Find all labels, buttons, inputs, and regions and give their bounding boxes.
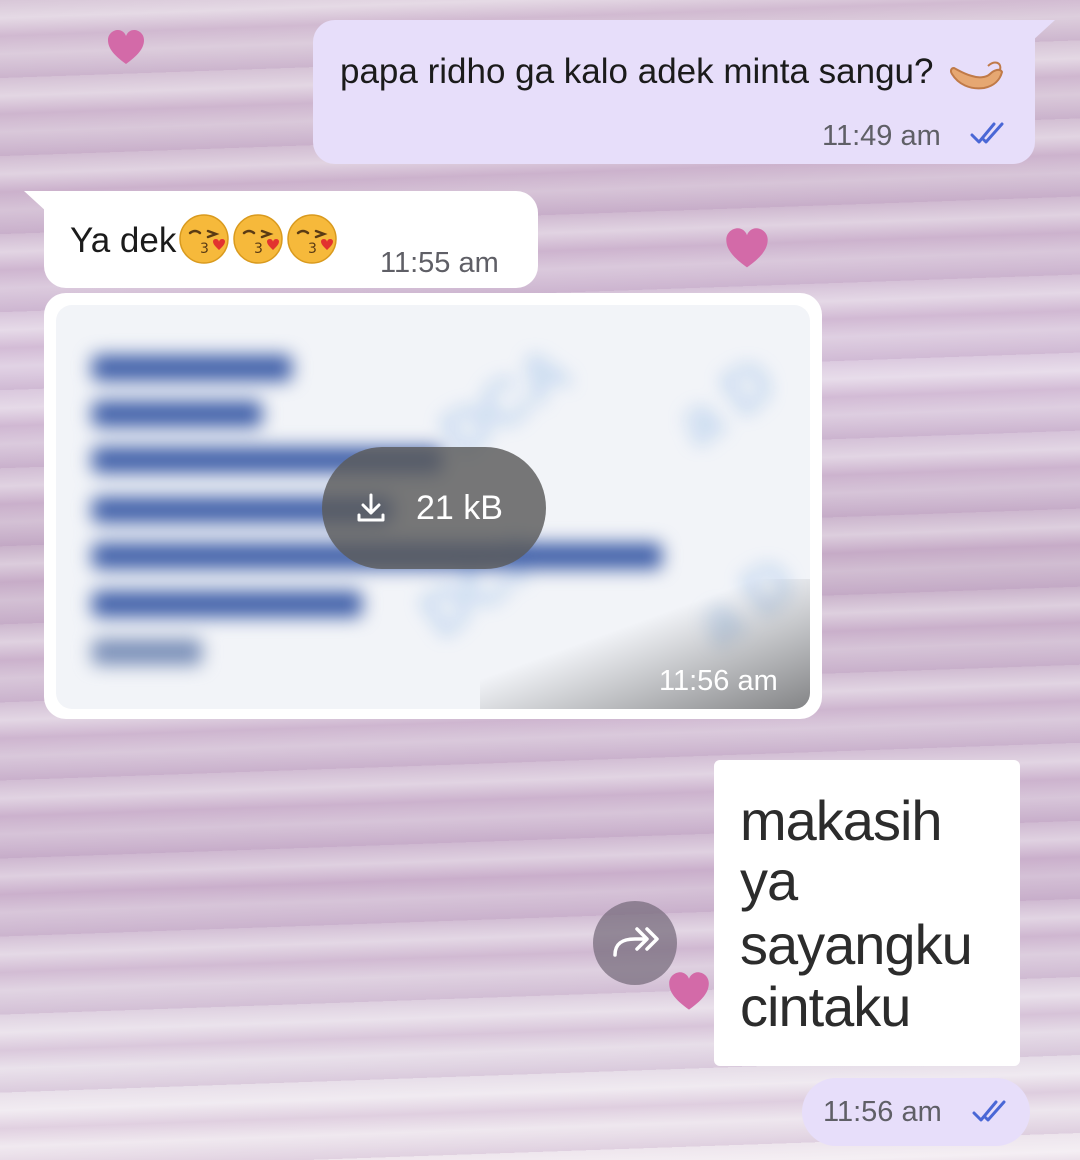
- read-double-tick-icon: [972, 1100, 1006, 1122]
- message-time: 11:49 am: [822, 120, 941, 152]
- message-text: Ya dek: [70, 221, 177, 260]
- message-time: 11:56 am: [823, 1096, 942, 1128]
- incoming-message-bubble[interactable]: Ya dek 3 3 3 11:55 am: [24, 191, 538, 288]
- bubble-tail: [1031, 20, 1055, 42]
- svg-text:3: 3: [308, 241, 317, 257]
- download-size-label: 21 kB: [416, 489, 503, 527]
- palm-up-hand-emoji: [949, 61, 1004, 90]
- heart-icon: [669, 972, 709, 1010]
- kissing-face-emoji: 3: [233, 214, 283, 264]
- message-text: papa ridho ga kalo adek minta sangu?: [340, 52, 934, 91]
- kissing-face-emoji: 3: [179, 214, 229, 264]
- heart-icon: [108, 30, 144, 64]
- svg-text:3: 3: [254, 241, 263, 257]
- sticker-text-line: makasih: [740, 789, 943, 852]
- read-double-tick-icon: [970, 122, 1004, 144]
- message-time: 11:56 am: [659, 665, 778, 697]
- sticker-time-pill: 11:56 am: [802, 1078, 1030, 1146]
- sticker-text-line: cintaku: [740, 975, 911, 1038]
- bubble-tail: [24, 191, 48, 213]
- kissing-face-emoji: 3: [287, 214, 337, 264]
- svg-text:3: 3: [200, 241, 209, 257]
- download-icon: [357, 493, 385, 522]
- heart-icon: [726, 228, 768, 268]
- message-time: 11:55 am: [380, 247, 499, 279]
- sticker-message[interactable]: makasih ya sayangku cintaku: [714, 760, 1020, 1066]
- download-button[interactable]: 21 kB: [322, 447, 546, 569]
- forward-icon: [613, 927, 659, 957]
- sticker-text-line: sayangku: [740, 913, 973, 976]
- sticker-text-line: ya: [740, 849, 798, 912]
- outgoing-message-bubble[interactable]: papa ridho ga kalo adek minta sangu? 11:…: [313, 20, 1055, 164]
- forward-button[interactable]: [593, 901, 677, 985]
